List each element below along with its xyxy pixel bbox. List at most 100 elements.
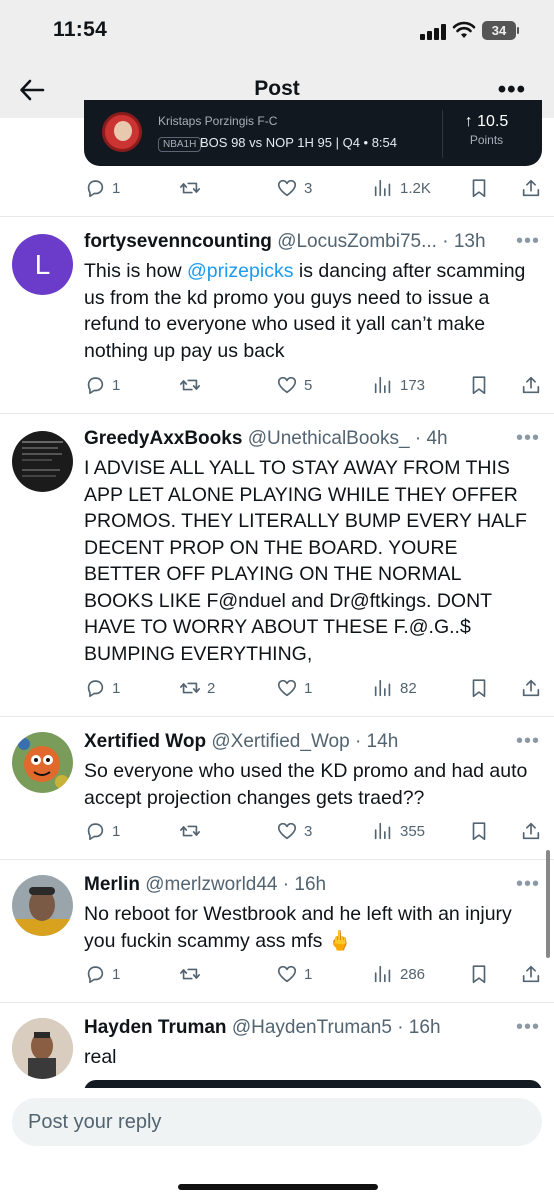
avatar[interactable]: [12, 875, 73, 936]
like-button[interactable]: 1: [276, 963, 312, 985]
share-button[interactable]: [520, 677, 542, 699]
share-icon: [522, 376, 540, 394]
display-name[interactable]: Xertified Wop: [84, 731, 206, 752]
like-count: 1: [304, 965, 313, 983]
views-button[interactable]: 1.2K: [372, 177, 431, 199]
reply-icon: [87, 966, 104, 984]
display-name[interactable]: fortysevenncounting: [84, 231, 272, 252]
divider: [0, 216, 554, 217]
repost-icon: [180, 379, 200, 391]
handle-and-time[interactable]: @LocusZombi75... · 13h: [277, 231, 485, 252]
avatar[interactable]: [12, 732, 73, 793]
like-button[interactable]: 1: [276, 677, 312, 699]
repost-button[interactable]: 2: [179, 677, 215, 699]
share-button[interactable]: [520, 177, 542, 199]
views-button[interactable]: 82: [372, 677, 417, 699]
reply-count: 1: [112, 822, 121, 840]
more-icon[interactable]: •••: [516, 230, 540, 253]
avatar[interactable]: [12, 431, 73, 492]
reply-button[interactable]: 1: [84, 963, 120, 985]
view-count: 82: [400, 679, 417, 697]
like-button[interactable]: 3: [276, 177, 312, 199]
heart-icon: [277, 179, 297, 197]
tweet-header: fortysevenncounting @LocusZombi75... · 1…: [84, 231, 486, 253]
tweet-actions: 1 5 173: [84, 373, 544, 397]
display-name[interactable]: Merlin: [84, 874, 140, 895]
reply-icon: [87, 180, 104, 198]
reply-button[interactable]: 1: [84, 177, 120, 199]
share-button[interactable]: [520, 963, 542, 985]
like-count: 3: [304, 822, 313, 840]
bookmark-button[interactable]: [468, 374, 490, 396]
bookmark-button[interactable]: [468, 820, 490, 842]
like-count: 3: [304, 179, 313, 197]
handle-and-time[interactable]: @UnethicalBooks_ · 4h: [248, 428, 448, 449]
repost-button[interactable]: [179, 963, 207, 985]
mention-link[interactable]: @prizepicks: [187, 260, 294, 282]
more-icon[interactable]: •••: [516, 427, 540, 450]
share-icon: [522, 822, 540, 840]
tweet-text: No reboot for Westbrook and he left with…: [84, 903, 512, 952]
avatar[interactable]: L: [12, 234, 73, 295]
views-icon: [374, 965, 391, 983]
share-icon: [522, 179, 540, 197]
share-button[interactable]: [520, 374, 542, 396]
bookmark-button[interactable]: [468, 677, 490, 699]
wifi-icon: [452, 21, 476, 38]
like-count: 1: [304, 679, 313, 697]
view-count: 173: [400, 376, 426, 394]
heart-icon: [277, 965, 297, 983]
views-button[interactable]: 286: [372, 963, 425, 985]
reply-button[interactable]: 1: [84, 820, 120, 842]
repost-button[interactable]: [179, 374, 207, 396]
avatar[interactable]: [12, 1018, 73, 1079]
handle-and-time[interactable]: @merlzworld44 · 16h: [145, 874, 326, 895]
status-bar: 11:54 34: [0, 0, 554, 62]
views-button[interactable]: 355: [372, 820, 425, 842]
more-icon[interactable]: •••: [516, 873, 540, 896]
repost-button[interactable]: [179, 177, 207, 199]
repost-button[interactable]: [179, 820, 207, 842]
reply-input[interactable]: [12, 1098, 542, 1146]
repost-count: 2: [207, 679, 216, 697]
reply-button[interactable]: 1: [84, 374, 120, 396]
views-icon: [374, 679, 391, 697]
like-button[interactable]: 3: [276, 820, 312, 842]
view-count: 355: [400, 822, 426, 840]
bookmark-button[interactable]: [468, 177, 490, 199]
prop-line: ↑ 10.5: [464, 113, 509, 130]
display-name[interactable]: GreedyAxxBooks: [84, 428, 242, 449]
share-button[interactable]: [520, 820, 542, 842]
handle-and-time[interactable]: @HaydenTruman5 · 16h: [232, 1017, 441, 1038]
reply-composer: [0, 1088, 554, 1200]
avatar-image: [18, 738, 69, 789]
heart-icon: [277, 376, 297, 394]
heart-icon: [277, 822, 297, 840]
league-badge: NBA1H: [158, 137, 202, 152]
reply-button[interactable]: 1: [84, 677, 120, 699]
tweet-header: Hayden Truman @HaydenTruman5 · 16h: [84, 1017, 441, 1039]
repost-icon: [180, 682, 200, 694]
like-count: 5: [304, 376, 313, 394]
tweet-text: This is how @prizepicks is dancing after…: [84, 258, 534, 364]
display-name[interactable]: Hayden Truman: [84, 1017, 227, 1038]
avatar-image: [22, 441, 63, 477]
view-count: 1.2K: [400, 179, 431, 197]
tweet-text: So everyone who used the KD promo and ha…: [84, 760, 528, 809]
handle-and-time[interactable]: @Xertified_Wop · 14h: [211, 731, 398, 752]
views-button[interactable]: 173: [372, 374, 425, 396]
tweet-text-part: This is how: [84, 260, 187, 282]
embedded-prop-card[interactable]: Kristaps Porzingis F-C NBA1H BOS 98 vs N…: [84, 100, 542, 166]
views-icon: [374, 376, 391, 394]
bookmark-button[interactable]: [468, 963, 490, 985]
divider: [0, 1002, 554, 1003]
repost-icon: [180, 968, 200, 980]
heart-icon: [277, 679, 297, 697]
reply-count: 1: [112, 679, 121, 697]
more-icon[interactable]: •••: [516, 1016, 540, 1039]
like-button[interactable]: 5: [276, 374, 312, 396]
reply-icon: [87, 823, 104, 841]
more-icon[interactable]: •••: [516, 730, 540, 753]
scrollbar[interactable]: [546, 850, 550, 958]
tweet-actions: 1 2 1 82: [84, 676, 544, 700]
